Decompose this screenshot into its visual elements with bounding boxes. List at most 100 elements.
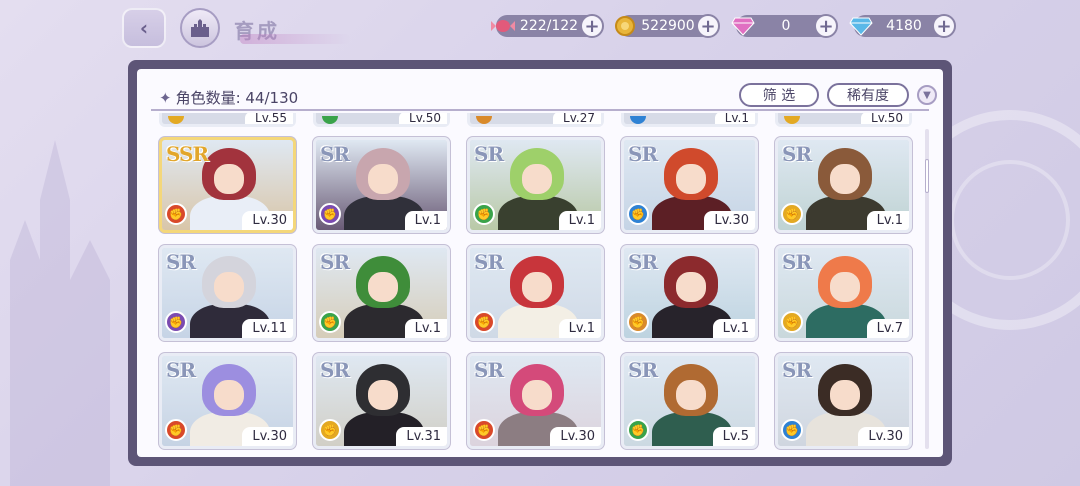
level-label: Lv.30 bbox=[242, 211, 293, 230]
element-icon bbox=[784, 116, 800, 124]
character-card-partial[interactable]: Lv.50 bbox=[313, 113, 450, 127]
character-card[interactable]: SR ✊ Lv.11 bbox=[159, 245, 296, 341]
rarity-badge: SR bbox=[166, 250, 196, 274]
rarity-badge: SR bbox=[320, 142, 350, 166]
character-face bbox=[830, 380, 860, 410]
candy-add-button[interactable]: + bbox=[580, 14, 604, 38]
element-blue-icon: ✊ bbox=[781, 419, 803, 441]
element-fire-icon: ✊ bbox=[165, 419, 187, 441]
rarity-badge: SR bbox=[474, 142, 504, 166]
rarity-badge: SR bbox=[782, 250, 812, 274]
back-button[interactable]: ‹ bbox=[122, 8, 166, 48]
home-button[interactable] bbox=[180, 8, 220, 48]
pink-gem-add-button[interactable]: + bbox=[814, 14, 838, 38]
level-label: Lv.30 bbox=[704, 211, 755, 230]
level-label: Lv.30 bbox=[242, 427, 293, 446]
element-yellow-icon: ✊ bbox=[319, 419, 341, 441]
character-card[interactable]: SR ✊ Lv.1 bbox=[467, 245, 604, 341]
pink-gem-counter: 0 + bbox=[731, 14, 838, 38]
grid-scrollbar[interactable] bbox=[925, 129, 929, 449]
level-label: Lv.1 bbox=[714, 113, 755, 124]
element-orange-icon: ✊ bbox=[627, 311, 649, 333]
character-card[interactable]: SR ✊ Lv.1 bbox=[467, 137, 604, 233]
level-label: Lv.11 bbox=[242, 319, 293, 338]
character-count-label: ✦ 角色数量: 44/130 bbox=[159, 87, 298, 108]
level-label: Lv.1 bbox=[558, 211, 601, 230]
rarity-badge: SR bbox=[628, 358, 658, 382]
castle-silhouette bbox=[10, 140, 110, 486]
coin-counter: 522900 + bbox=[615, 14, 720, 38]
rarity-badge: SR bbox=[320, 358, 350, 382]
character-card[interactable]: SR ✊ Lv.1 bbox=[313, 137, 450, 233]
character-card[interactable]: SR ✊ Lv.1 bbox=[313, 245, 450, 341]
element-icon bbox=[630, 116, 646, 124]
level-label: Lv.1 bbox=[404, 319, 447, 338]
back-arrow-icon: ‹ bbox=[139, 16, 149, 40]
blue-gem-add-button[interactable]: + bbox=[932, 14, 956, 38]
character-card[interactable]: SR ✊ Lv.1 bbox=[621, 245, 758, 341]
element-yellow-icon: ✊ bbox=[781, 311, 803, 333]
element-yellow-icon: ✊ bbox=[781, 203, 803, 225]
character-face bbox=[214, 164, 244, 194]
level-label: Lv.50 bbox=[399, 113, 447, 124]
coin-icon bbox=[610, 11, 640, 41]
character-face bbox=[368, 164, 398, 194]
character-face bbox=[522, 272, 552, 302]
character-card[interactable]: SR ✊ Lv.30 bbox=[159, 353, 296, 449]
element-purple-icon: ✊ bbox=[165, 311, 187, 333]
character-card[interactable]: SR ✊ Lv.30 bbox=[621, 137, 758, 233]
level-label: Lv.50 bbox=[861, 113, 909, 124]
rarity-badge: SR bbox=[166, 358, 196, 382]
header-divider bbox=[151, 109, 929, 111]
candy-counter: 222/122 + bbox=[491, 14, 604, 38]
rarity-badge: SR bbox=[782, 358, 812, 382]
element-green-icon: ✊ bbox=[319, 311, 341, 333]
character-grid[interactable]: Lv.55 Lv.50 Lv.27 Lv.1 Lv.50 SSR ✊ Lv.30 SR ✊ Lv.1… bbox=[151, 113, 919, 457]
character-face bbox=[368, 272, 398, 302]
rarity-badge: SSR bbox=[166, 142, 209, 166]
element-green-icon: ✊ bbox=[473, 203, 495, 225]
top-bar: ‹ 育成 222/122 + 522900 + 0 + 4180 + bbox=[0, 0, 1080, 56]
pink-gem-icon bbox=[728, 11, 758, 41]
rarity-badge: SR bbox=[628, 142, 658, 166]
scrollbar-thumb[interactable] bbox=[925, 159, 929, 193]
element-fire-icon: ✊ bbox=[473, 311, 495, 333]
sort-order-button[interactable]: ▼ bbox=[917, 85, 937, 105]
rarity-badge: SR bbox=[474, 358, 504, 382]
level-label: Lv.1 bbox=[712, 319, 755, 338]
level-label: Lv.31 bbox=[396, 427, 447, 446]
character-card[interactable]: SR ✊ Lv.31 bbox=[313, 353, 450, 449]
chevron-down-icon: ▼ bbox=[923, 89, 931, 101]
character-card[interactable]: SR ✊ Lv.1 bbox=[775, 137, 912, 233]
element-fire-icon: ✊ bbox=[165, 203, 187, 225]
element-purple-icon: ✊ bbox=[319, 203, 341, 225]
blue-gem-icon bbox=[846, 11, 876, 41]
filter-button[interactable]: 筛 选 bbox=[739, 83, 819, 107]
rarity-sort-button[interactable]: 稀有度 bbox=[827, 83, 909, 107]
rarity-badge: SR bbox=[320, 250, 350, 274]
title-flourish bbox=[240, 34, 350, 44]
character-face bbox=[214, 380, 244, 410]
coin-add-button[interactable]: + bbox=[696, 14, 720, 38]
castle-icon bbox=[191, 19, 209, 37]
character-card-partial[interactable]: Lv.50 bbox=[775, 113, 912, 127]
character-card[interactable]: SR ✊ Lv.30 bbox=[467, 353, 604, 449]
character-card[interactable]: SSR ✊ Lv.30 bbox=[159, 137, 296, 233]
character-face bbox=[676, 164, 706, 194]
character-card-partial[interactable]: Lv.55 bbox=[159, 113, 296, 127]
character-face bbox=[676, 380, 706, 410]
level-label: Lv.1 bbox=[404, 211, 447, 230]
rarity-badge: SR bbox=[474, 250, 504, 274]
character-card[interactable]: SR ✊ Lv.30 bbox=[775, 353, 912, 449]
character-card[interactable]: SR ✊ Lv.5 bbox=[621, 353, 758, 449]
level-label: Lv.27 bbox=[553, 113, 601, 124]
character-card[interactable]: SR ✊ Lv.7 bbox=[775, 245, 912, 341]
character-card-partial[interactable]: Lv.1 bbox=[621, 113, 758, 127]
rarity-badge: SR bbox=[628, 250, 658, 274]
element-icon bbox=[322, 116, 338, 124]
level-label: Lv.7 bbox=[866, 319, 909, 338]
character-face bbox=[368, 380, 398, 410]
level-label: Lv.30 bbox=[858, 427, 909, 446]
character-card-partial[interactable]: Lv.27 bbox=[467, 113, 604, 127]
element-icon bbox=[168, 116, 184, 124]
